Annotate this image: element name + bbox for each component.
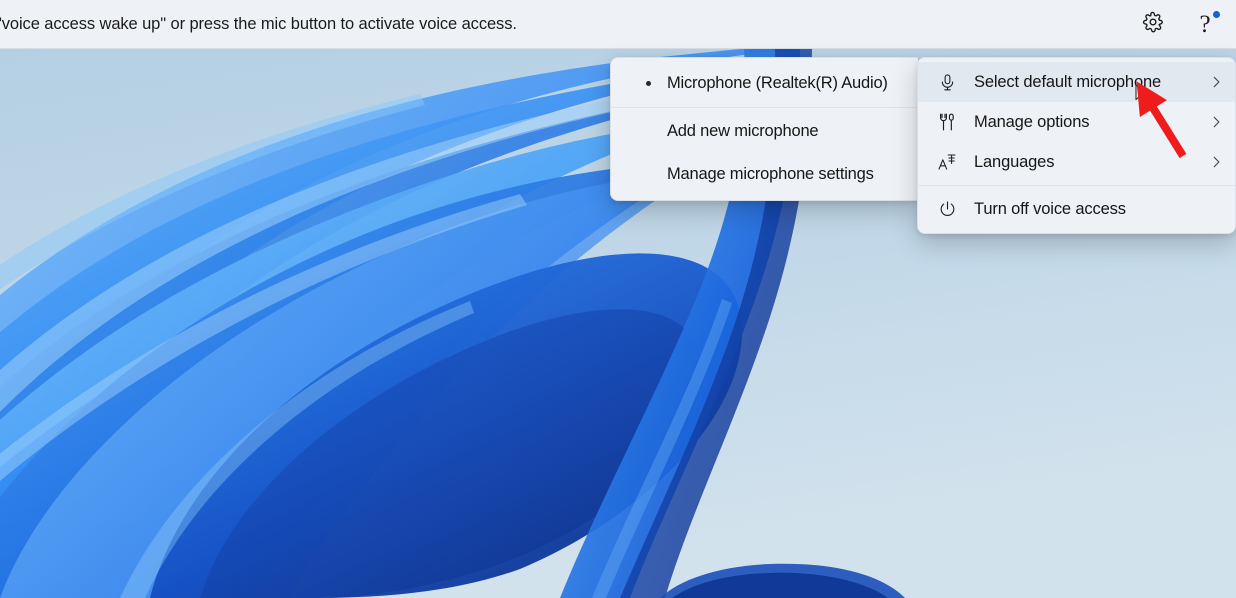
menu-item-languages[interactable]: Languages: [918, 142, 1235, 182]
menu-item-label: Languages: [974, 152, 1055, 171]
notification-dot-badge: [1213, 11, 1220, 18]
language-icon: [932, 152, 962, 172]
question-mark-icon: ?: [1199, 10, 1211, 38]
chevron-right-icon: [1209, 115, 1223, 129]
menu-separator: [918, 185, 1235, 186]
mouse-cursor: [1135, 84, 1149, 104]
power-icon: [932, 200, 962, 219]
selected-radio-icon: [629, 81, 667, 86]
desktop-screen: "voice access wake up" or press the mic …: [0, 0, 1236, 598]
menu-item-label: Add new microphone: [667, 122, 819, 140]
voice-access-bar-actions: ?: [1138, 9, 1236, 39]
chevron-right-icon: [1209, 75, 1223, 89]
voice-access-settings-menu[interactable]: Select default microphone Manage options: [917, 57, 1236, 234]
menu-item-label: Turn off voice access: [974, 199, 1126, 218]
menu-item-manage-microphone-settings[interactable]: Manage microphone settings: [611, 153, 918, 196]
microphone-icon: [932, 73, 962, 92]
menu-item-label: Microphone (Realtek(R) Audio): [667, 74, 888, 92]
menu-item-manage-options[interactable]: Manage options: [918, 102, 1235, 142]
voice-access-status-text: "voice access wake up" or press the mic …: [0, 14, 517, 33]
menu-item-label: Manage microphone settings: [667, 165, 874, 183]
help-button[interactable]: ?: [1190, 9, 1220, 39]
chevron-right-icon: [1209, 155, 1223, 169]
menu-separator: [611, 107, 918, 108]
menu-item-turn-off-voice-access[interactable]: Turn off voice access: [918, 189, 1235, 229]
gear-icon: [1142, 11, 1164, 38]
menu-item-label: Select default microphone: [974, 72, 1162, 91]
voice-access-bar: "voice access wake up" or press the mic …: [0, 0, 1236, 49]
menu-item-microphone-realtek[interactable]: Microphone (Realtek(R) Audio): [611, 62, 918, 105]
microphone-submenu[interactable]: Microphone (Realtek(R) Audio) Add new mi…: [610, 57, 918, 201]
menu-item-select-default-microphone[interactable]: Select default microphone: [918, 62, 1235, 102]
settings-button[interactable]: [1138, 9, 1168, 39]
menu-item-label: Manage options: [974, 112, 1090, 131]
tools-icon: [932, 112, 962, 132]
menu-item-add-new-microphone[interactable]: Add new microphone: [611, 110, 918, 153]
